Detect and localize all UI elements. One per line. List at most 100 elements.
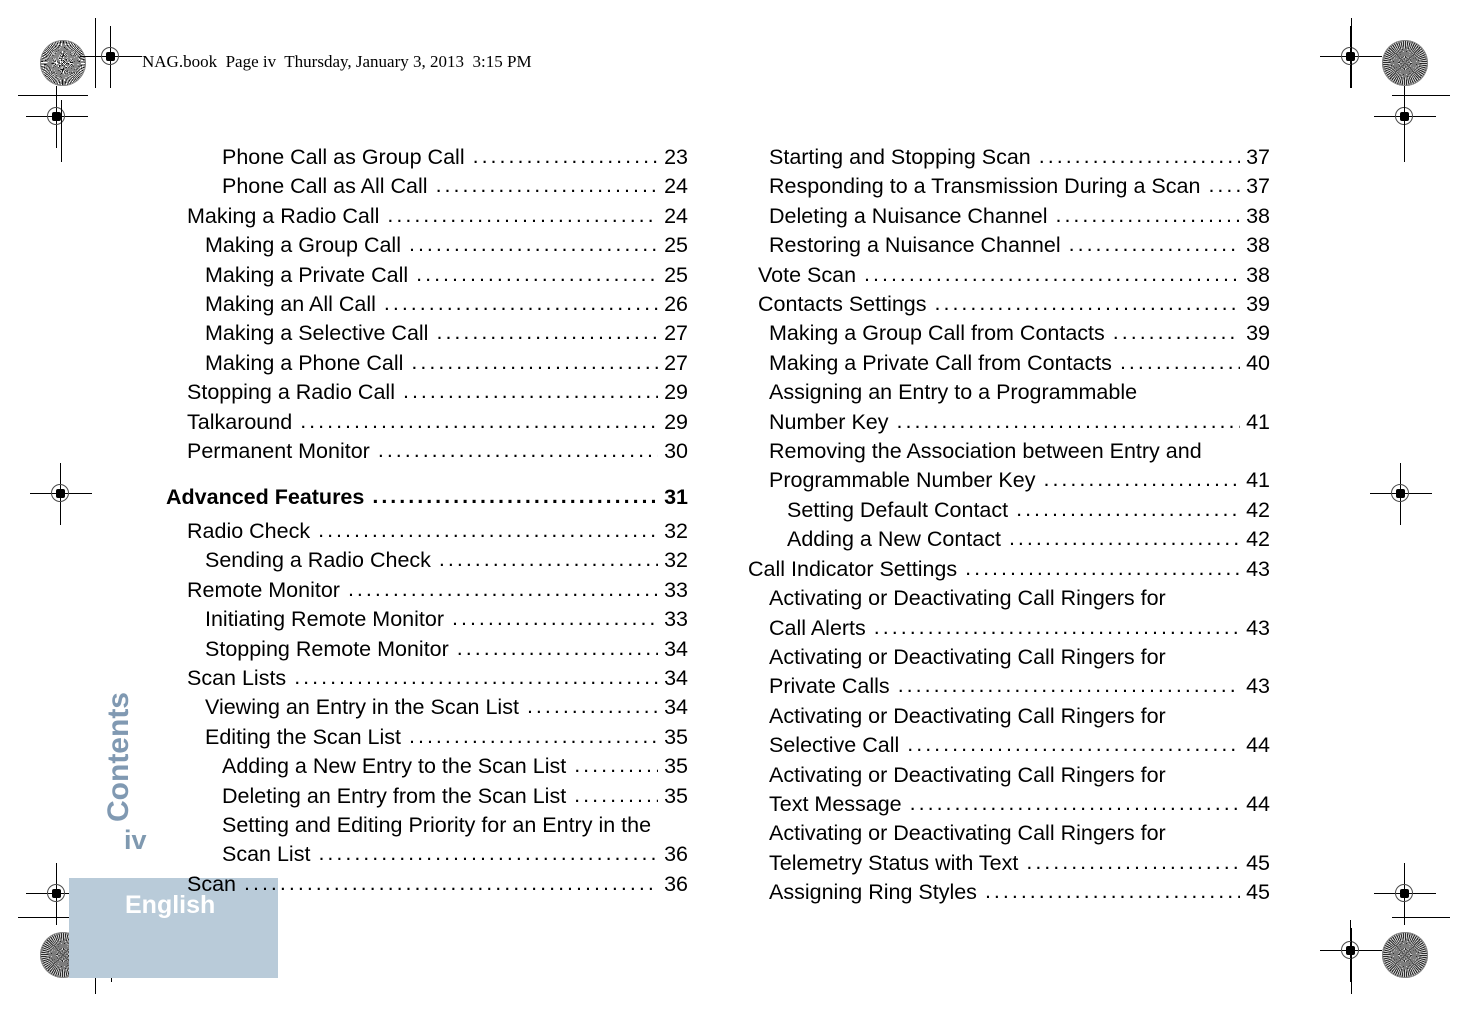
toc-dot-leader: ........................................… <box>1055 202 1240 227</box>
toc-entry[interactable]: Making a Private Call from Contacts.....… <box>748 349 1270 378</box>
registration-rosette-bottom-right <box>1382 932 1428 978</box>
toc-entry[interactable]: Scan Lists..............................… <box>166 664 688 693</box>
toc-page-number: 32 <box>664 548 688 573</box>
registration-rosette-top-left <box>40 40 86 86</box>
toc-dot-leader: ........................................… <box>574 782 658 807</box>
crop-line-top <box>18 95 88 96</box>
toc-entry[interactable]: Text Message............................… <box>748 790 1270 819</box>
toc-dot-leader: ........................................… <box>318 841 658 866</box>
toc-entry[interactable]: Contacts Settings.......................… <box>748 290 1270 319</box>
toc-entry[interactable]: Adding a New Contact....................… <box>748 525 1270 554</box>
toc-dot-leader: ........................................… <box>1026 849 1240 874</box>
toc-entry[interactable]: Restoring a Nuisance Channel............… <box>748 231 1270 260</box>
registration-target-mid-right <box>1370 463 1432 525</box>
toc-entry-label: Telemetry Status with Text <box>769 850 1019 875</box>
toc-entry[interactable]: Selective Call..........................… <box>748 731 1270 760</box>
toc-entry[interactable]: Sending a Radio Check...................… <box>166 546 688 575</box>
toc-entry[interactable]: Making a Group Call from Contacts.......… <box>748 319 1270 348</box>
registration-target-lower-right <box>1374 863 1436 925</box>
toc-entry-label: Making a Selective Call <box>205 321 429 346</box>
crop-line-right-edge-mid <box>1404 100 1405 162</box>
toc-entry-label: Sending a Radio Check <box>205 548 431 573</box>
toc-page-number: 41 <box>1246 468 1270 493</box>
toc-entry[interactable]: Activating or Deactivating Call Ringers … <box>748 584 1270 613</box>
toc-entry[interactable]: Assigning an Entry to a Programmable....… <box>748 378 1270 407</box>
toc-page-number: 43 <box>1246 556 1270 581</box>
toc-entry-label: Contacts Settings <box>758 292 927 317</box>
toc-entry[interactable]: Telemetry Status with Text..............… <box>748 849 1270 878</box>
toc-entry[interactable]: Remote Monitor..........................… <box>166 576 688 605</box>
toc-entry[interactable]: Scan....................................… <box>166 870 688 899</box>
toc-page-number: 34 <box>664 665 688 690</box>
toc-page-number: 30 <box>664 439 688 464</box>
toc-dot-leader: ........................................… <box>1112 320 1240 345</box>
toc-entry[interactable]: Initiating Remote Monitor...............… <box>166 605 688 634</box>
crop-line-bottom-r <box>1392 917 1450 918</box>
toc-entry[interactable]: Permanent Monitor.......................… <box>166 437 688 466</box>
toc-dot-leader: ........................................… <box>909 790 1240 815</box>
toc-entry-label: Responding to a Transmission During a Sc… <box>769 174 1201 199</box>
toc-page-number: 38 <box>1246 233 1270 258</box>
toc-page-number: 45 <box>1246 850 1270 875</box>
toc-dot-leader: ........................................… <box>864 261 1240 286</box>
toc-entry-label: Advanced Features <box>166 485 365 510</box>
toc-entry[interactable]: Radio Check.............................… <box>166 517 688 546</box>
toc-page-number: 24 <box>664 174 688 199</box>
toc-entry[interactable]: Programmable Number Key.................… <box>748 466 1270 495</box>
toc-entry[interactable]: Vote Scan...............................… <box>748 261 1270 290</box>
toc-entry-label: Private Calls <box>769 674 890 699</box>
toc-entry[interactable]: Call Indicator Settings.................… <box>748 555 1270 584</box>
toc-dot-leader: ........................................… <box>244 870 658 895</box>
toc-page-number: 39 <box>1246 321 1270 346</box>
toc-entry-label: Activating or Deactivating Call Ringers … <box>769 703 1166 728</box>
crop-line-left-edge-mid <box>61 100 62 162</box>
toc-entry[interactable]: Making a Selective Call.................… <box>166 319 688 348</box>
toc-entry[interactable]: Activating or Deactivating Call Ringers … <box>748 819 1270 848</box>
crop-line-top-r <box>1392 95 1450 96</box>
page-number-folio: iv <box>124 825 147 855</box>
toc-entry[interactable]: Deleting a Nuisance Channel.............… <box>748 202 1270 231</box>
toc-entry[interactable]: Activating or Deactivating Call Ringers … <box>748 643 1270 672</box>
toc-entry[interactable]: Private Calls...........................… <box>748 672 1270 701</box>
toc-entry[interactable]: Making a Phone Call.....................… <box>166 349 688 378</box>
toc-entry[interactable]: Number Key..............................… <box>748 408 1270 437</box>
toc-entry-label: Deleting a Nuisance Channel <box>769 203 1048 228</box>
toc-entry[interactable]: Viewing an Entry in the Scan List.......… <box>166 693 688 722</box>
toc-entry[interactable]: Scan List...............................… <box>166 840 688 869</box>
toc-page-number: 26 <box>664 292 688 317</box>
toc-page-number: 38 <box>1246 262 1270 287</box>
toc-entry[interactable]: Phone Call as All Call..................… <box>166 172 688 201</box>
toc-entry[interactable]: Starting and Stopping Scan..............… <box>748 143 1270 172</box>
toc-entry[interactable]: Call Alerts.............................… <box>748 614 1270 643</box>
toc-entry[interactable]: Making a Private Call...................… <box>166 261 688 290</box>
toc-entry[interactable]: Responding to a Transmission During a Sc… <box>748 172 1270 201</box>
toc-dot-leader: ........................................… <box>436 320 658 345</box>
toc-entry-label: Call Indicator Settings <box>748 556 958 581</box>
toc-entry[interactable]: Making a Group Call.....................… <box>166 231 688 260</box>
toc-entry-label: Assigning Ring Styles <box>769 880 977 905</box>
toc-entry[interactable]: Assigning Ring Styles...................… <box>748 878 1270 907</box>
toc-entry[interactable]: Phone Call as Group Call................… <box>166 143 688 172</box>
toc-entry-label: Permanent Monitor <box>187 439 370 464</box>
toc-dot-leader: ........................................… <box>1068 232 1240 257</box>
toc-entry[interactable]: Making an All Call......................… <box>166 290 688 319</box>
toc-dot-leader: ........................................… <box>402 379 658 404</box>
toc-dot-leader: ........................................… <box>452 606 658 631</box>
toc-entry[interactable]: Setting Default Contact.................… <box>748 496 1270 525</box>
toc-entry[interactable]: Stopping Remote Monitor.................… <box>166 635 688 664</box>
toc-entry[interactable]: Adding a New Entry to the Scan List.....… <box>166 752 688 781</box>
toc-entry[interactable]: Making a Radio Call.....................… <box>166 202 688 231</box>
toc-chapter-entry[interactable]: Advanced Features.......................… <box>166 483 688 512</box>
toc-entry[interactable]: Activating or Deactivating Call Ringers … <box>748 761 1270 790</box>
toc-dot-leader: ........................................… <box>984 879 1240 904</box>
toc-page-number: 23 <box>664 145 688 169</box>
toc-entry[interactable]: Setting and Editing Priority for an Entr… <box>166 811 688 840</box>
toc-entry[interactable]: Talkaround..............................… <box>166 408 688 437</box>
toc-entry[interactable]: Activating or Deactivating Call Ringers … <box>748 702 1270 731</box>
toc-page-number: 35 <box>664 754 688 779</box>
toc-entry[interactable]: Deleting an Entry from the Scan List....… <box>166 782 688 811</box>
toc-dot-leader: ........................................… <box>873 614 1240 639</box>
toc-entry[interactable]: Stopping a Radio Call...................… <box>166 378 688 407</box>
toc-entry[interactable]: Removing the Association between Entry a… <box>748 437 1270 466</box>
toc-entry[interactable]: Editing the Scan List...................… <box>166 723 688 752</box>
